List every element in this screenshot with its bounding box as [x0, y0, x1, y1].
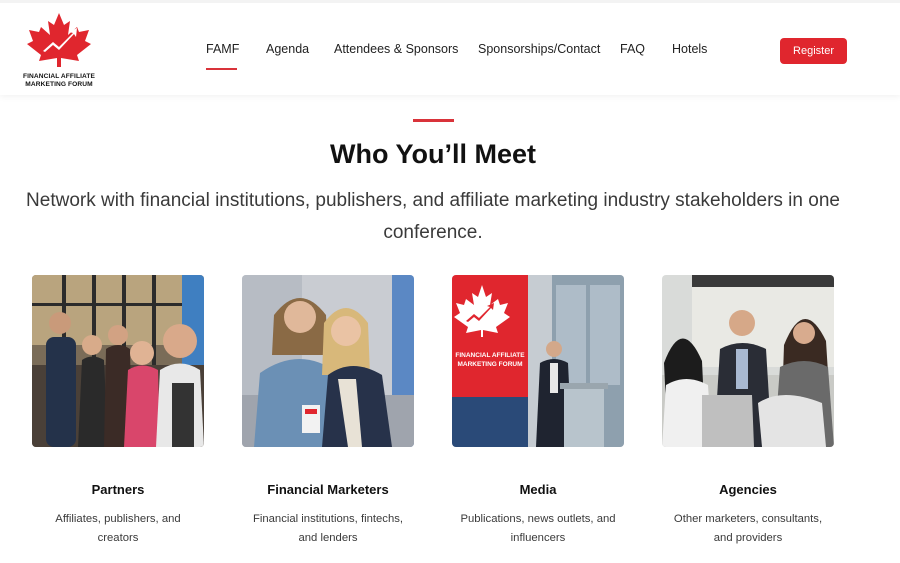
card-title-partners: Partners — [91, 482, 145, 497]
card-desc-line: influencers — [510, 532, 566, 544]
nav-item-agenda[interactable]: Agenda — [266, 42, 309, 56]
subtitle-line-1: Network with financial institutions, pub… — [26, 190, 840, 211]
audience-card-financial-marketers: Financial Marketers Financial institutio… — [242, 275, 414, 544]
stage-speaker-photo: FINANCIAL AFFILIATE MARKETING FORUM — [452, 275, 624, 447]
nav-item-sponsorships-contact[interactable]: Sponsorships/Contact — [478, 42, 600, 56]
nav-item-famf[interactable]: FAMF — [206, 42, 239, 56]
card-desc-agencies: Other marketers, consultants, and provid… — [642, 510, 854, 548]
card-desc-line: Publications, news outlets, and — [460, 513, 616, 525]
nav-item-hotels[interactable]: Hotels — [672, 42, 707, 56]
section-subtitle: Network with financial institutions, pub… — [14, 185, 852, 249]
card-desc-line: and providers — [713, 532, 783, 544]
card-desc-line: Affiliates, publishers, and — [55, 513, 181, 525]
card-desc-line: Financial institutions, fintechs, — [252, 513, 404, 525]
photo-sign-line-2: MARKETING FORUM — [458, 361, 523, 368]
group-selfie-photo — [32, 275, 204, 447]
two-attendees-photo — [242, 275, 414, 447]
audience-card-agencies: Agencies Other marketers, consultants, a… — [662, 275, 834, 544]
nav-item-attendees-sponsors[interactable]: Attendees & Sponsors — [334, 42, 458, 56]
meeting-photo — [662, 275, 834, 447]
card-desc-line: and lenders — [298, 532, 358, 544]
card-desc-media: Publications, news outlets, and influenc… — [432, 510, 644, 548]
card-desc-partners: Affiliates, publishers, and creators — [12, 510, 224, 548]
card-title-media: Media — [519, 482, 557, 497]
photo-sign-line-1: FINANCIAL AFFILIATE — [455, 352, 525, 359]
main-nav: FAMF Agenda Attendees & Sponsors Sponsor… — [0, 3, 900, 98]
nav-item-faq[interactable]: FAQ — [620, 42, 645, 56]
subtitle-line-2: conference. — [383, 222, 483, 243]
card-desc-financial-marketers: Financial institutions, fintechs, and le… — [222, 510, 434, 548]
audience-card-media: FINANCIAL AFFILIATE MARKETING FORUM Medi… — [452, 275, 624, 544]
card-title-financial-marketers: Financial Marketers — [267, 482, 389, 497]
section-accent-line — [413, 119, 454, 122]
site-header: FINANCIAL AFFILIATE MARKETING FORUM FAMF… — [0, 0, 900, 95]
card-desc-line: creators — [97, 532, 139, 544]
nav-active-indicator — [206, 68, 237, 70]
card-desc-line: Other marketers, consultants, — [673, 513, 823, 525]
card-title-agencies: Agencies — [719, 482, 777, 497]
register-button[interactable]: Register — [780, 38, 847, 64]
section-title: Who You’ll Meet — [330, 139, 536, 169]
audience-card-partners: Partners Affiliates, publishers, and cre… — [32, 275, 204, 544]
